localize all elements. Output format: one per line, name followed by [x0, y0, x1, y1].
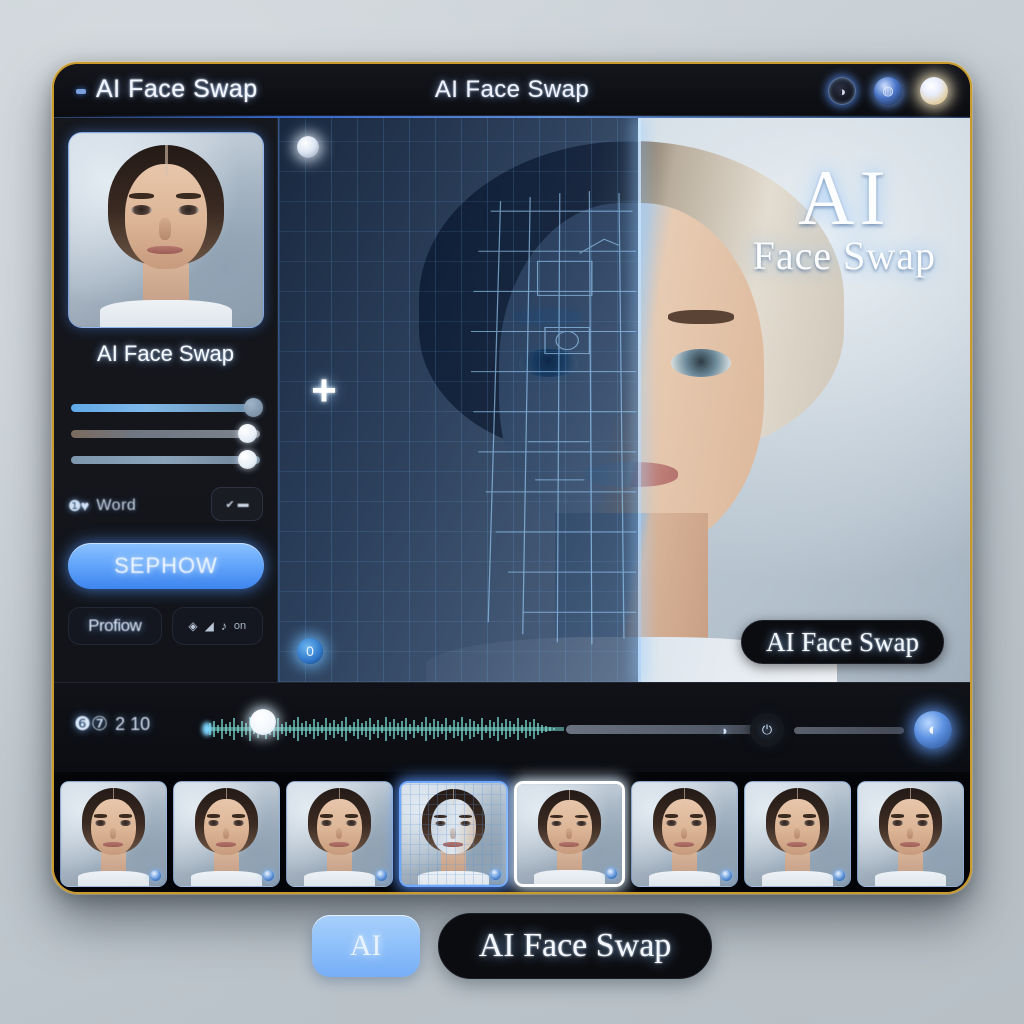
frame-badge-icon [721, 870, 732, 881]
theme-toggle-button[interactable]: ◗ [710, 715, 740, 745]
list-item[interactable] [173, 781, 280, 887]
list-item[interactable] [60, 781, 167, 887]
shield-icon: ◈ [188, 619, 198, 633]
timeline-bar: ❻⑦ 2 10 ◗ ⏻ ◐ [54, 682, 970, 772]
canvas-brand-label: AI Face Swap [766, 626, 919, 657]
power-button[interactable]: ⏻ [750, 713, 784, 747]
split-seam [638, 118, 642, 682]
preview-canvas[interactable]: + 0 AI Face Swap AI Face Swap [278, 118, 970, 682]
meta-row: ❶♥ Word ✔ ▬ [68, 487, 263, 523]
canvas-status-badge-icon[interactable] [297, 136, 319, 158]
spark-icon: ◢ [204, 619, 214, 633]
power-icon: ⏻ [761, 722, 773, 737]
tool-state-label: on [233, 620, 247, 632]
frame-badge-icon [606, 868, 617, 879]
app-logo-icon [76, 89, 86, 94]
list-item[interactable] [857, 781, 964, 887]
list-item[interactable] [744, 781, 851, 887]
mic-icon: ◐ [927, 720, 939, 739]
portrait-graphic [69, 133, 263, 327]
minimize-button[interactable]: ◑ [828, 77, 856, 105]
clock-icon: ❻⑦ [74, 714, 109, 735]
meta-chip-button[interactable]: ✔ ▬ [211, 487, 263, 521]
slider-group [68, 395, 263, 473]
waveform-start-glow [202, 722, 212, 736]
timeline-label: ❻⑦ 2 10 [74, 713, 150, 736]
ai-mode-label: AI [349, 929, 382, 962]
minimize-icon: ◑ [838, 83, 846, 99]
watermark: AI Face Swap [752, 154, 936, 278]
title-bar: AI Face Swap AI Face Swap ◑ ◍ [54, 64, 970, 118]
slider-smoothing-knob[interactable] [238, 450, 257, 469]
brand-pill-button[interactable]: AI Face Swap [437, 913, 713, 979]
note-icon: ♪ [220, 619, 227, 633]
filmstrip[interactable] [54, 772, 970, 892]
sidebar-footer: Profiow ◈ ◢ ♪ on [68, 607, 263, 645]
meta-label: Word [96, 497, 137, 514]
brand-pill-label: AI Face Swap [478, 927, 672, 964]
sidebar: AI Face Swap ❶♥ Word ✔ ▬ SEPHOW Profiow … [54, 118, 278, 682]
floating-footer: AI AI Face Swap [0, 904, 1024, 988]
maximize-button[interactable]: ◍ [874, 77, 902, 105]
canvas-brand-pill[interactable]: AI Face Swap [741, 620, 944, 664]
swap-now-label: SEPHOW [114, 553, 218, 578]
source-image-label: AI Face Swap [97, 341, 234, 366]
moon-icon: ◗ [721, 722, 729, 738]
list-item-selected[interactable] [514, 781, 625, 887]
slider-strength[interactable] [68, 421, 263, 447]
app-window: AI Face Swap AI Face Swap ◑ ◍ AI Face Sw… [52, 62, 972, 894]
tool-options-button[interactable]: ◈ ◢ ♪ on [171, 607, 263, 645]
timeline-time-label: 2 10 [115, 714, 151, 734]
window-controls: ◑ ◍ [828, 77, 948, 105]
preview-label: Profiow [88, 616, 142, 635]
timeline-track-secondary[interactable] [794, 727, 904, 734]
slider-blend[interactable] [68, 395, 263, 421]
source-image-thumbnail[interactable] [68, 132, 264, 328]
list-item[interactable] [631, 781, 738, 887]
frame-badge-icon [834, 870, 845, 881]
slider-icon: ▬ [237, 498, 249, 510]
timeline-playhead[interactable] [250, 709, 276, 735]
window-body: AI Face Swap ❶♥ Word ✔ ▬ SEPHOW Profiow … [54, 118, 970, 892]
list-item[interactable] [286, 781, 393, 887]
list-item-active[interactable] [399, 781, 508, 887]
slider-strength-knob[interactable] [238, 424, 257, 443]
frame-badge-icon [376, 870, 387, 881]
frame-badge-icon [490, 869, 501, 880]
ai-mode-button[interactable]: AI [311, 915, 420, 977]
watermark-subtitle: Face Swap [752, 232, 936, 278]
face-wireframe-mesh [466, 141, 639, 682]
slider-blend-track [71, 404, 260, 412]
add-layer-plus-icon[interactable]: + [303, 369, 345, 413]
app-name-label: AI Face Swap [96, 75, 258, 103]
frame-badge-icon [150, 870, 161, 881]
close-button[interactable] [920, 77, 948, 105]
preview-button[interactable]: Profiow [68, 607, 162, 645]
maximize-icon: ◍ [882, 83, 894, 98]
slider-smoothing[interactable] [68, 447, 263, 473]
slider-smoothing-track [71, 456, 260, 464]
audio-button[interactable]: ◐ [914, 711, 952, 749]
heart-badge-icon: ❶♥ [68, 498, 89, 515]
slider-blend-knob[interactable] [244, 398, 263, 417]
swap-now-button[interactable]: SEPHOW [68, 543, 264, 589]
frame-badge-icon [263, 870, 274, 881]
frame-counter-badge[interactable]: 0 [297, 638, 323, 664]
check-icon: ✔ [225, 498, 235, 511]
slider-strength-track [71, 430, 260, 438]
watermark-title: AI [798, 154, 891, 241]
